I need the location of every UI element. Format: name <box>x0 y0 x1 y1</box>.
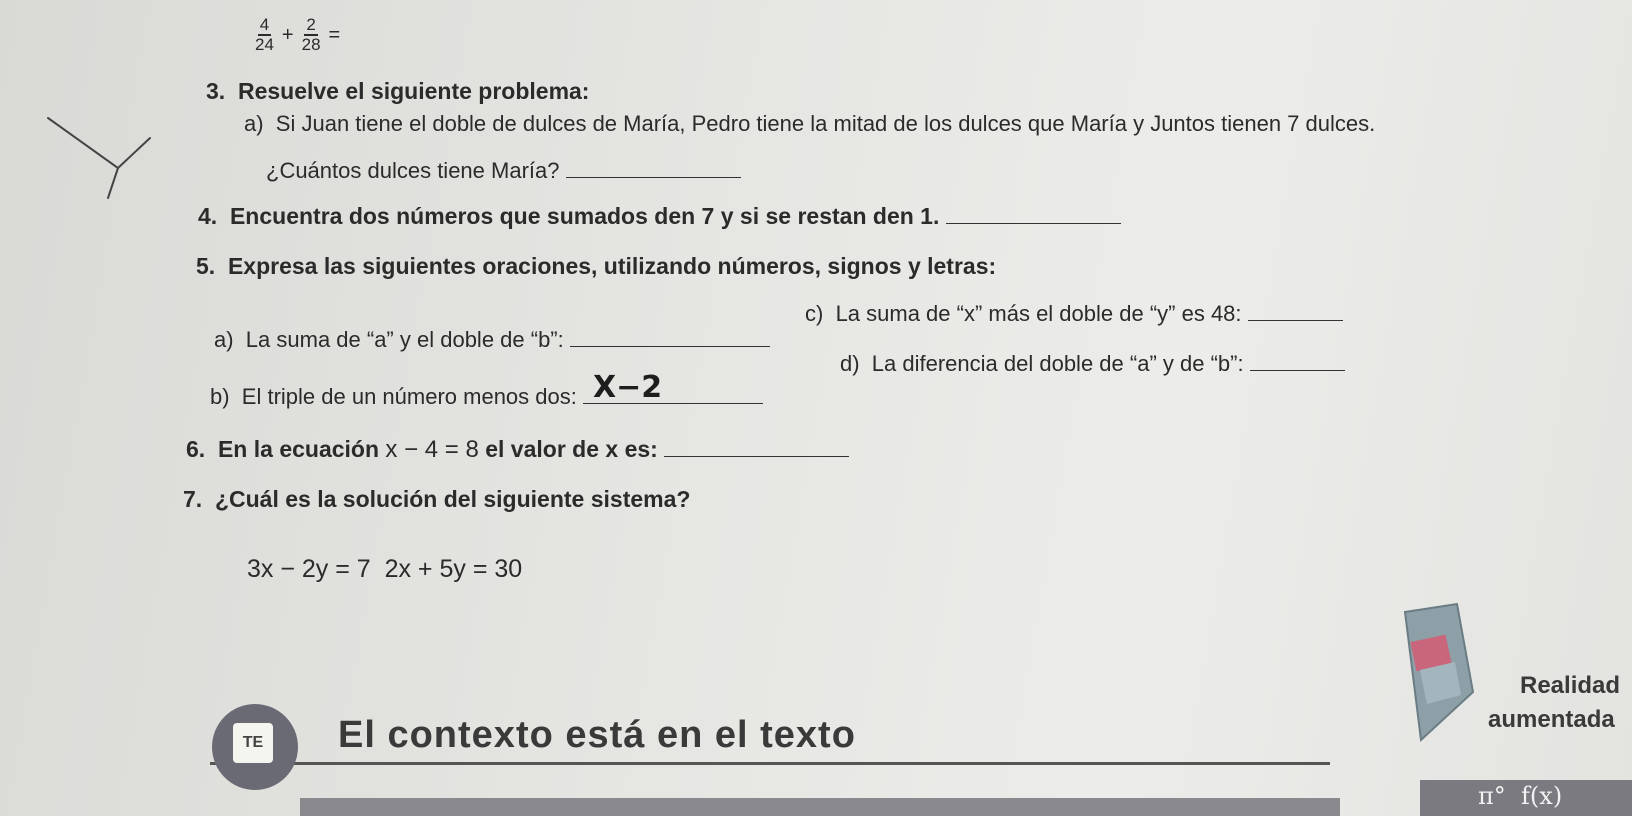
text-book-icon: TE <box>233 723 273 763</box>
equation-system: 3x − 2y = 7 2x + 5y = 30 <box>247 555 523 583</box>
question-5a: a) La suma de “a” y el doble de “b”: <box>214 327 770 353</box>
question-3a-question: ¿Cuántos dulces tiene María? <box>266 158 741 184</box>
question-5-title: 5. Expresa las siguientes oraciones, uti… <box>196 253 997 279</box>
question-5d: d) La diferencia del doble de “a” y de “… <box>840 351 1345 377</box>
ar-label-line1: Realidad <box>1520 672 1621 699</box>
bottom-shadow-strip <box>300 798 1340 816</box>
question-3a-text: a) Si Juan tiene el doble de dulces de M… <box>244 111 1376 136</box>
ar-label-line2: aumentada <box>1488 706 1615 733</box>
handwritten-answer-5b: X−2 <box>593 370 663 405</box>
math-symbols: π° f(x) <box>1478 782 1563 810</box>
fraction-2: 2 28 <box>301 15 321 54</box>
answer-blank-5a[interactable] <box>569 346 770 347</box>
answer-blank-5b[interactable]: X−2 <box>583 370 763 405</box>
answer-blank-5d[interactable] <box>1249 370 1345 371</box>
math-symbols-bar: π° f(x) <box>1420 780 1632 816</box>
answer-blank-3a[interactable] <box>565 177 741 178</box>
question-4: 4. Encuentra dos números que sumados den… <box>198 203 1121 230</box>
answer-blank-6[interactable] <box>664 456 850 457</box>
question-6: 6. En la ecuación x − 4 = 8 el valor de … <box>186 436 850 464</box>
question-5c: c) La suma de “x” más el doble de “y” es… <box>805 301 1343 327</box>
question-5b: b) El triple de un número menos dos: X−2 <box>210 370 763 410</box>
fraction-expression: 4 24 + 2 28 = <box>255 15 341 54</box>
question-3-title: 3. Resuelve el siguiente problema: <box>206 78 590 104</box>
context-title: El contexto está en el texto <box>338 714 856 756</box>
answer-blank-5c[interactable] <box>1247 320 1343 321</box>
fraction-1: 4 24 <box>255 15 274 54</box>
question-7-title: 7. ¿Cuál es la solución del siguiente si… <box>183 486 691 512</box>
ar-tablet-illustration <box>1403 602 1475 743</box>
equation-q6: x − 4 = 8 <box>385 436 479 463</box>
handwritten-check-mark <box>47 117 151 199</box>
answer-blank-4[interactable] <box>945 223 1121 224</box>
